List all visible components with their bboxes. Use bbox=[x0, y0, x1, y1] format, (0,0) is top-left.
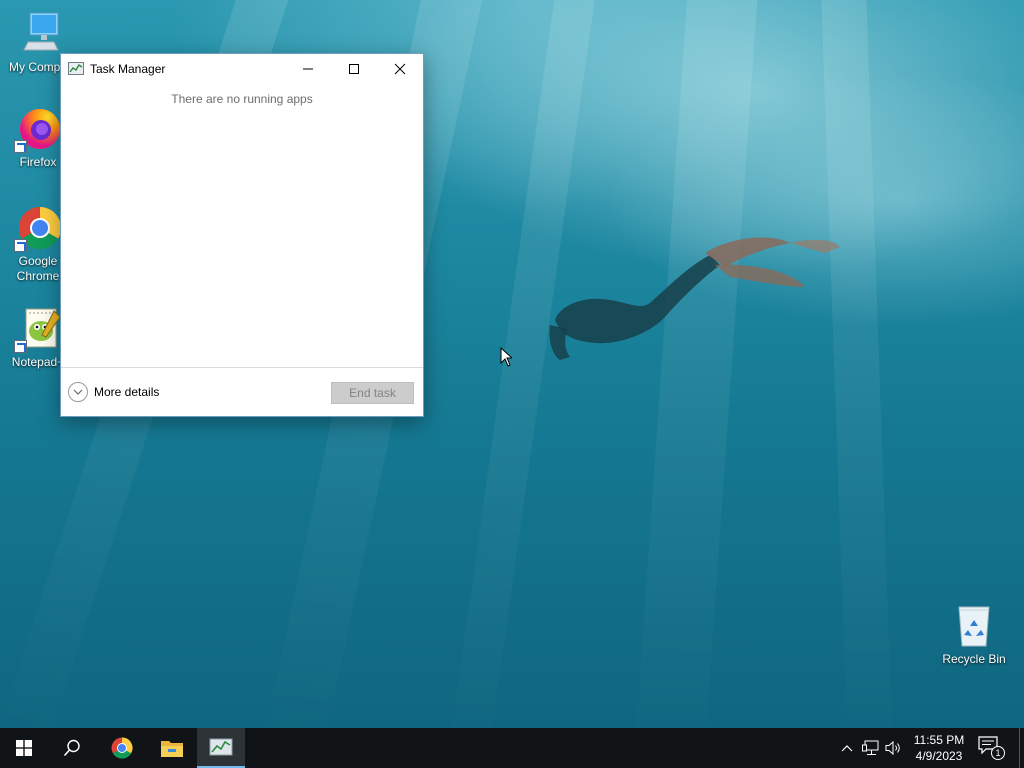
desktop-icon-label: Recycle Bin bbox=[942, 652, 1006, 666]
chevron-down-icon bbox=[68, 382, 88, 402]
end-task-button[interactable]: End task bbox=[331, 382, 414, 404]
close-button[interactable] bbox=[377, 54, 423, 84]
taskbar-chrome-button[interactable] bbox=[98, 728, 146, 768]
chrome-icon bbox=[111, 737, 133, 759]
close-icon bbox=[394, 63, 406, 75]
chrome-icon bbox=[14, 204, 62, 252]
chevron-up-icon bbox=[841, 745, 853, 752]
search-icon bbox=[63, 739, 80, 757]
windows-logo-icon bbox=[16, 740, 32, 756]
network-button[interactable] bbox=[862, 739, 880, 757]
desktop-icon-label: Firefox bbox=[19, 155, 57, 169]
minimize-icon bbox=[303, 68, 313, 70]
clock-date: 4/9/2023 bbox=[915, 749, 963, 763]
recycle-bin-icon bbox=[950, 602, 998, 650]
start-button[interactable] bbox=[0, 728, 48, 768]
diver-image bbox=[549, 237, 840, 360]
shortcut-arrow-icon bbox=[14, 140, 27, 153]
notification-count-badge: 1 bbox=[991, 746, 1005, 760]
desktop-icon-label: My Compu bbox=[8, 60, 67, 74]
search-button[interactable] bbox=[48, 728, 96, 768]
task-manager-footer: More details End task bbox=[61, 367, 423, 417]
empty-apps-message: There are no running apps bbox=[171, 92, 313, 106]
desktop-icon-label: Notepad+ bbox=[11, 355, 65, 369]
firefox-icon bbox=[14, 105, 62, 153]
more-details-label: More details bbox=[94, 385, 160, 399]
speaker-icon bbox=[885, 740, 900, 756]
taskbar-file-explorer-button[interactable] bbox=[148, 728, 196, 768]
network-icon bbox=[862, 740, 879, 755]
task-manager-window[interactable]: Task Manager There are no running apps M… bbox=[60, 53, 424, 417]
action-center-button[interactable]: 1 bbox=[978, 736, 1006, 762]
folder-icon bbox=[161, 741, 183, 757]
task-manager-icon bbox=[209, 738, 233, 756]
minimize-button[interactable] bbox=[285, 54, 331, 84]
maximize-button[interactable] bbox=[331, 54, 377, 84]
shortcut-arrow-icon bbox=[14, 239, 27, 252]
desktop-icon-recycle-bin[interactable]: Recycle Bin bbox=[936, 602, 1012, 667]
task-manager-icon bbox=[68, 62, 84, 75]
window-title: Task Manager bbox=[90, 62, 166, 76]
maximize-icon bbox=[349, 64, 359, 74]
clock-button[interactable]: 11:55 PM 4/9/2023 bbox=[906, 732, 972, 764]
show-desktop-button[interactable] bbox=[1019, 728, 1024, 768]
clock-time: 11:55 PM bbox=[913, 733, 965, 747]
desktop-icon-label: Google Chrome bbox=[16, 254, 60, 283]
taskbar-task-manager-button[interactable] bbox=[197, 728, 245, 768]
show-hidden-icons-button[interactable] bbox=[838, 739, 856, 757]
notepad-plus-plus-icon bbox=[14, 305, 62, 353]
mouse-cursor-icon bbox=[500, 347, 512, 367]
more-details-button[interactable]: More details bbox=[68, 382, 159, 402]
shortcut-arrow-icon bbox=[14, 340, 27, 353]
volume-button[interactable] bbox=[885, 739, 903, 757]
computer-icon bbox=[14, 10, 62, 58]
taskbar: 11:55 PM 4/9/2023 1 bbox=[0, 728, 1024, 768]
